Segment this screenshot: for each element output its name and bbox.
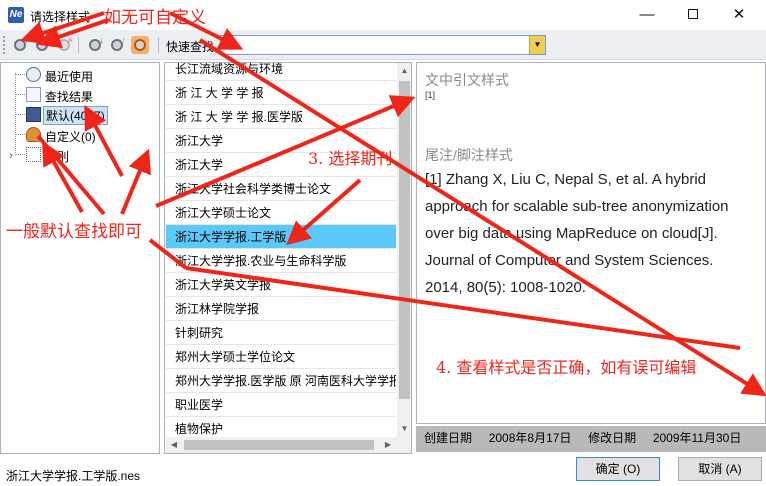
scroll-down-icon[interactable]: ▼ <box>397 421 411 437</box>
tree-item-label: 自定义(0) <box>45 130 96 144</box>
tree-item-category[interactable]: › 类别 <box>1 145 121 165</box>
toolbar-separator <box>78 37 79 53</box>
close-button[interactable]: ✕ <box>716 0 762 30</box>
annotation-step4: 4. 查看样式是否正确，如有误可编辑 <box>436 358 697 377</box>
quick-search-label: 快速查找 <box>166 40 215 54</box>
expand-chevron-icon[interactable]: › <box>9 148 13 162</box>
edit-style-icon[interactable]: ✎ <box>33 36 51 54</box>
tree-item-label: 默认(4017) <box>43 106 108 125</box>
import-style-icon[interactable]: ↓ <box>86 36 104 54</box>
export-style-icon[interactable]: ↑ <box>108 36 126 54</box>
list-item[interactable]: 浙江大学英文学报 <box>166 273 396 297</box>
list-item[interactable]: 浙江大学社会科学类博士论文 <box>166 177 396 201</box>
ok-button[interactable]: 确定 (O) <box>576 457 660 481</box>
scroll-right-icon[interactable]: ▶ <box>380 437 396 453</box>
minimize-button[interactable]: — <box>624 0 670 30</box>
created-date-value: 2008年8月17日 <box>488 431 572 445</box>
selected-file-name: 浙江大学学报.工学版.nes <box>6 469 141 483</box>
tree-item-label: 最近使用 <box>45 70 94 84</box>
delete-style-icon[interactable]: × <box>55 36 73 54</box>
list-item[interactable]: 针刺研究 <box>166 321 396 345</box>
list-item[interactable]: 郑州大学学报.医学版 原 河南医科大学学报 <box>166 369 396 393</box>
citation-style-heading: 文中引文样式 <box>425 72 509 88</box>
tree-item-custom[interactable]: 自定义(0) <box>1 125 121 145</box>
citation-sample: [1] <box>425 90 436 100</box>
maximize-button[interactable] <box>670 0 716 30</box>
list-item[interactable]: 浙江大学硕士论文 <box>166 201 396 225</box>
category-tree: 最近使用 查找结果 默认(4017) 自定义(0) › 类别 <box>0 62 160 454</box>
search-result-icon <box>26 87 41 102</box>
list-horizontal-scrollbar[interactable]: ◀ ▶ <box>166 437 397 453</box>
app-logo-icon: Ne <box>8 7 24 23</box>
tree-item-label: 类别 <box>45 150 70 164</box>
add-style-icon[interactable]: + <box>11 36 29 54</box>
maximize-icon <box>688 8 698 19</box>
scroll-thumb[interactable] <box>184 440 374 450</box>
modified-date-label: 修改日期 <box>588 431 637 445</box>
settings-style-icon[interactable] <box>131 36 149 54</box>
category-icon <box>26 147 41 162</box>
book-icon <box>26 107 41 122</box>
journal-list: 长江流域资源与环境 浙 江 大 学 学 报 浙 江 大 学 学 报.医学版 浙江… <box>164 62 412 454</box>
reference-sample: [1] Zhang X, Liu C, Nepal S, et al. A hy… <box>425 171 729 296</box>
created-date-label: 创建日期 <box>424 431 473 445</box>
footnote-style-heading: 尾注/脚注样式 <box>425 147 513 163</box>
style-picker-window: Ne 请选择样式 — ✕ + ✎ × ↓ ↑ 快速查找 ▼ 最近使用 查找结果 <box>0 0 766 486</box>
list-item[interactable]: 职业医学 <box>166 393 396 417</box>
list-item[interactable]: 浙 江 大 学 学 报.医学版 <box>166 105 396 129</box>
window-title: 请选择样式 <box>30 10 91 24</box>
quick-search-input[interactable] <box>220 35 546 55</box>
date-info-bar: 创建日期 2008年8月17日 修改日期 2009年11月30日 <box>416 426 766 452</box>
modified-date-value: 2009年11月30日 <box>652 431 742 445</box>
scroll-up-icon[interactable]: ▲ <box>397 63 411 79</box>
tree-item-recent[interactable]: 最近使用 <box>1 65 121 85</box>
quick-search-dropdown-button[interactable]: ▼ <box>529 36 545 54</box>
tree-item-default[interactable]: 默认(4017) <box>1 105 131 125</box>
toolbar-grip[interactable] <box>3 36 6 54</box>
annotation-step3: 3. 选择期刊 <box>308 149 393 168</box>
scroll-left-icon[interactable]: ◀ <box>166 437 182 453</box>
list-item[interactable]: 浙江大学学报.农业与生命科学版 <box>166 249 396 273</box>
toolbar-separator <box>158 37 159 53</box>
list-item[interactable]: 浙江林学院学报 <box>166 297 396 321</box>
annotation-default-note: 一般默认查找即可 <box>6 222 142 242</box>
list-item[interactable]: 浙 江 大 学 学 报 <box>166 81 396 105</box>
cancel-button[interactable]: 取消 (A) <box>678 457 762 481</box>
annotation-custom-note: 如无可自定义 <box>104 8 206 28</box>
list-item[interactable]: 郑州大学硕士学位论文 <box>166 345 396 369</box>
list-vertical-scrollbar[interactable]: ▲ ▼ <box>397 63 411 453</box>
list-item[interactable]: 长江流域资源与环境 <box>166 63 396 81</box>
user-icon <box>26 127 41 142</box>
tree-item-search-results[interactable]: 查找结果 <box>1 85 121 105</box>
tree-item-label: 查找结果 <box>45 90 94 104</box>
clock-icon <box>26 67 41 82</box>
list-item-selected[interactable]: 浙江大学学报.工学版 <box>166 225 396 249</box>
scroll-thumb[interactable] <box>399 81 410 399</box>
